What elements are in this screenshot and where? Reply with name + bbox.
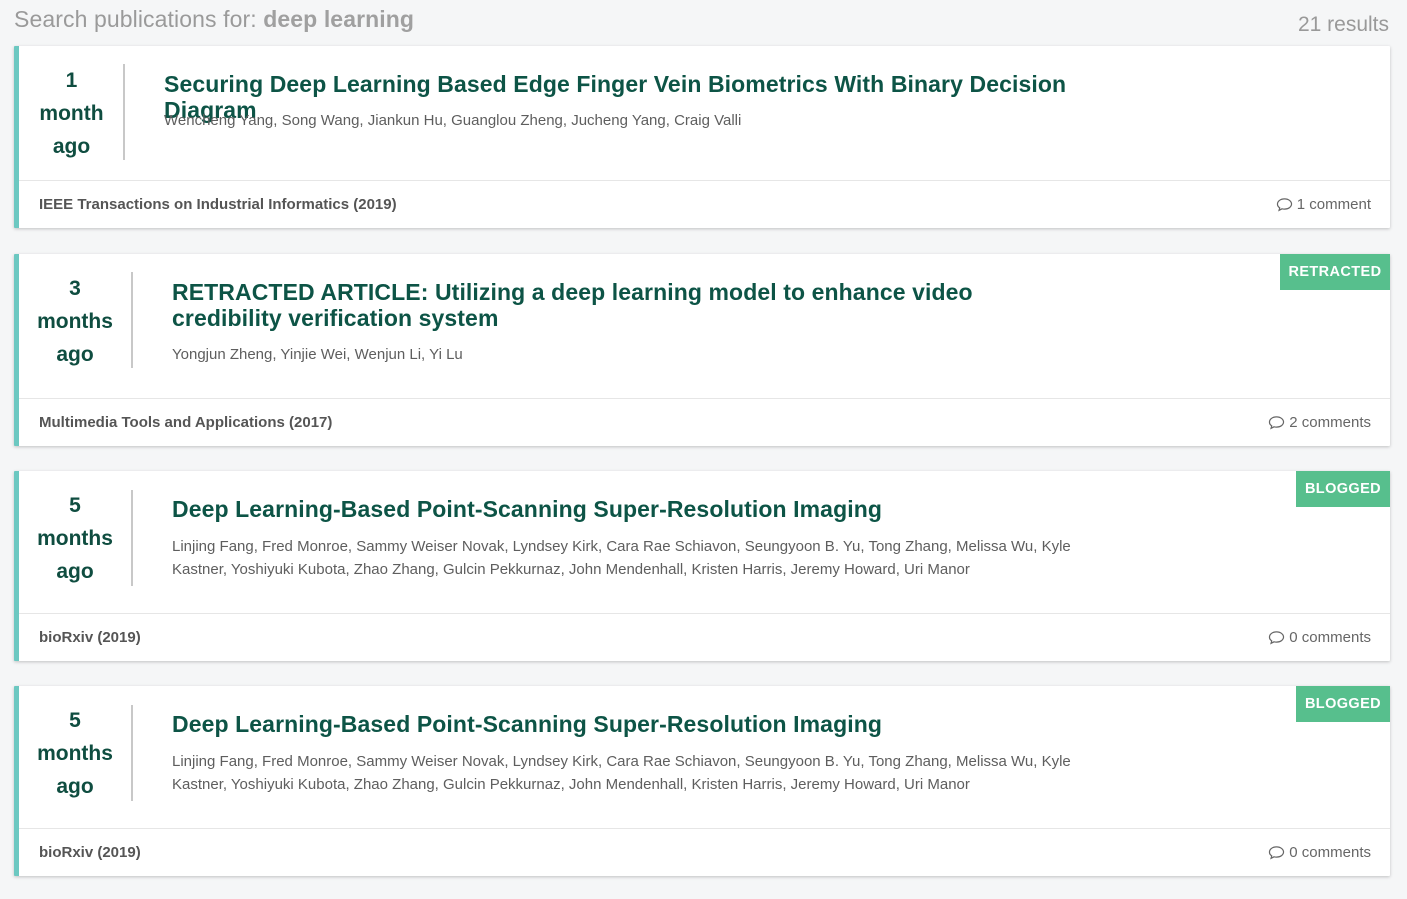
retracted-badge: RETRACTED [1280, 254, 1390, 290]
age-divider [123, 64, 125, 160]
publication-card[interactable]: 1 month ago Securing Deep Learning Based… [14, 46, 1390, 228]
blogged-badge: BLOGGED [1296, 686, 1390, 722]
comments-count: 0 comments [1289, 629, 1371, 646]
comments-count: 0 comments [1289, 844, 1371, 861]
publication-authors: Yongjun Zheng, Yinjie Wei, Wenjun Li, Yi… [172, 346, 463, 363]
search-prefix: Search publications for: [14, 6, 264, 32]
blogged-badge: BLOGGED [1296, 471, 1390, 507]
comment-icon [1269, 631, 1285, 645]
comments-link[interactable]: 1 comment [1276, 196, 1371, 213]
publication-venue: Multimedia Tools and Applications (2017) [39, 414, 333, 431]
comment-icon [1269, 846, 1285, 860]
publication-authors: Linjing Fang, Fred Monroe, Sammy Weiser … [172, 753, 1071, 793]
publication-venue: IEEE Transactions on Industrial Informat… [39, 196, 397, 213]
search-results-page: Search publications for: deep learning 2… [0, 0, 1407, 899]
publication-card[interactable]: BLOGGED 5 months ago Deep Learning-Based… [14, 471, 1390, 661]
comments-link[interactable]: 0 comments [1268, 629, 1371, 646]
publication-age: 5 months ago [37, 709, 113, 798]
age-divider [131, 490, 133, 586]
publication-venue: bioRxiv (2019) [39, 629, 141, 646]
publication-authors: Linjing Fang, Fred Monroe, Sammy Weiser … [172, 538, 1071, 578]
search-query: deep learning [263, 6, 415, 32]
comments-count: 1 comment [1296, 196, 1371, 213]
publication-title[interactable]: Deep Learning-Based Point-Scanning Super… [172, 711, 1172, 737]
search-header: Search publications for: deep learning [14, 6, 414, 33]
publication-age: 3 months ago [37, 277, 113, 366]
publication-age: 1 month ago [39, 69, 104, 158]
publication-card[interactable]: RETRACTED 3 months ago RETRACTED ARTICLE… [14, 254, 1390, 446]
publication-venue: bioRxiv (2019) [39, 844, 141, 861]
publication-authors: Wencheng Yang, Song Wang, Jiankun Hu, Gu… [164, 112, 742, 129]
card-footer: Multimedia Tools and Applications (2017)… [19, 398, 1390, 446]
comments-count: 2 comments [1289, 414, 1371, 431]
card-footer: IEEE Transactions on Industrial Informat… [19, 180, 1390, 228]
publication-title[interactable]: Deep Learning-Based Point-Scanning Super… [172, 496, 1172, 522]
results-count: 21 results [1297, 13, 1389, 36]
publication-age: 5 months ago [37, 494, 113, 583]
card-footer: bioRxiv (2019) 0 comments [19, 613, 1390, 661]
publication-card[interactable]: BLOGGED 5 months ago Deep Learning-Based… [14, 686, 1390, 876]
comment-icon [1276, 198, 1292, 212]
age-divider [131, 272, 133, 368]
publication-title[interactable]: RETRACTED ARTICLE: Utilizing a deep lear… [172, 279, 1072, 331]
card-footer: bioRxiv (2019) 0 comments [19, 828, 1390, 876]
age-divider [131, 705, 133, 801]
comments-link[interactable]: 0 comments [1268, 844, 1371, 861]
comment-icon [1269, 416, 1285, 430]
comments-link[interactable]: 2 comments [1268, 414, 1371, 431]
